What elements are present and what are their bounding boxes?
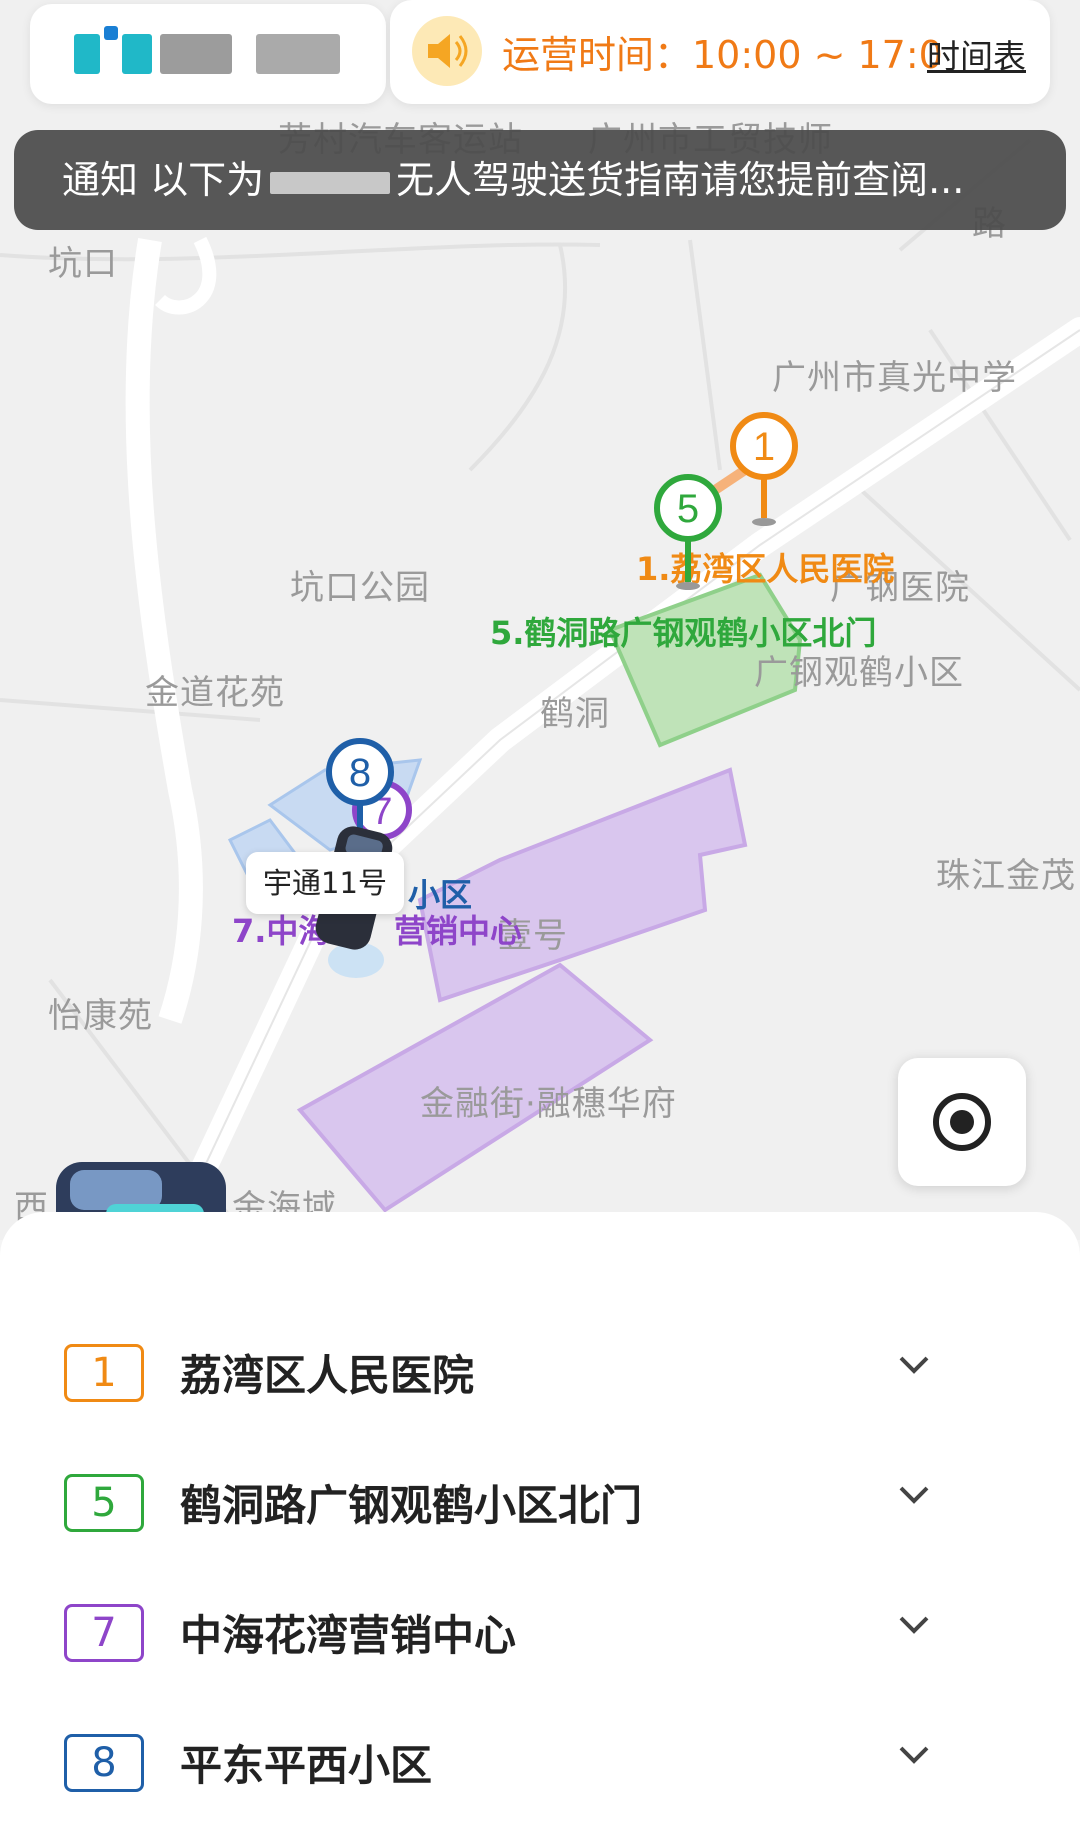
logo-icon [122, 34, 152, 74]
notice-prefix: 通知 以下为 [62, 158, 265, 202]
map-label: 金融街·融穗华府 [420, 1084, 677, 1124]
chevron-down-icon[interactable] [898, 1354, 930, 1376]
locate-button[interactable] [898, 1058, 1026, 1186]
pin-number: 1 [753, 425, 775, 469]
chevron-down-icon[interactable] [898, 1614, 930, 1636]
stop-list-sheet: 1 荔湾区人民医院 5 鹤洞路广钢观鹤小区北门 7 中海花湾营销中心 8 平东平… [0, 1212, 1080, 1822]
stop-number-badge: 5 [64, 1474, 144, 1532]
notice-suffix: 无人驾驶送货指南请您提前查阅... [396, 158, 965, 202]
map-label: 坑口 [48, 244, 118, 284]
stop-number-badge: 1 [64, 1344, 144, 1402]
schedule-link[interactable]: 时间表 [927, 30, 1026, 78]
stop-row-5[interactable]: 5 鹤洞路广钢观鹤小区北门 [0, 1450, 1080, 1560]
map-label: 金道花苑 [145, 673, 285, 713]
stop-number-badge: 7 [64, 1604, 144, 1662]
operating-hours-card: 运营时间：10:00 ~ 17:0 时间表 [390, 0, 1050, 104]
stop-row-7[interactable]: 7 中海花湾营销中心 [0, 1580, 1080, 1690]
map-label: 珠江金茂 [936, 856, 1076, 896]
map-label: 怡康苑 [48, 996, 153, 1036]
stop-name: 鹤洞路广钢观鹤小区北门 [180, 1481, 643, 1530]
stop-row-1[interactable]: 1 荔湾区人民医院 [0, 1320, 1080, 1430]
pin-number: 5 [677, 487, 699, 531]
logo-icon [74, 34, 100, 74]
locate-target-icon [933, 1093, 991, 1151]
stop-name: 平东平西小区 [180, 1741, 433, 1790]
map-pin-icon: 5 [654, 474, 722, 590]
operating-hours-text: 运营时间：10:00 ~ 17:0 [502, 33, 943, 77]
map-label: 广州市真光中学 [772, 358, 1017, 398]
vehicle-name-tag[interactable]: 宇通11号 [246, 852, 404, 914]
stop-number-badge: 8 [64, 1734, 144, 1792]
logo-icon [104, 26, 118, 40]
map-label: 坑口公园 [290, 568, 430, 608]
stop-label-5[interactable]: 5.鹤洞路广钢观鹤小区北门 [490, 608, 876, 654]
speaker-glyph [428, 34, 468, 68]
stop-name: 中海花湾营销中心 [180, 1611, 517, 1660]
stop-label-8[interactable]: 小区 [408, 870, 472, 916]
stop-row-8[interactable]: 8 平东平西小区 [0, 1710, 1080, 1820]
chevron-down-icon[interactable] [898, 1744, 930, 1766]
logo-icon [160, 34, 232, 74]
chevron-down-icon[interactable] [898, 1484, 930, 1506]
brand-logo-card [30, 4, 386, 104]
speaker-icon[interactable] [412, 16, 482, 86]
map-label: 鹤洞 [540, 694, 610, 734]
pin-number: 8 [349, 751, 371, 795]
notice-banner[interactable]: 通知 以下为 无人驾驶送货指南请您提前查阅... [14, 130, 1066, 230]
redacted-text [270, 171, 391, 194]
stop-name: 荔湾区人民医院 [180, 1351, 475, 1400]
map-pin-icon: 1 [730, 412, 798, 526]
logo-icon [256, 34, 340, 74]
